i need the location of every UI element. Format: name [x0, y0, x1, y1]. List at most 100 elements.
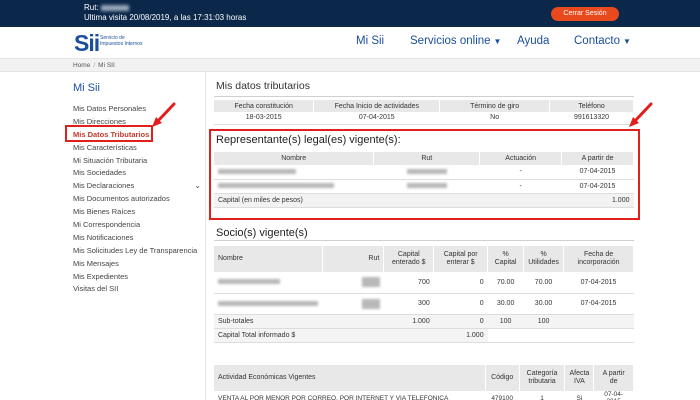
annotation-arrow-icon [152, 102, 176, 127]
sidebar-item-documentos-autorizados[interactable]: Mis Documentos autorizados [73, 193, 205, 206]
capital-value: 1.000 [561, 193, 634, 208]
sidebar-item-solicitudes-transparencia[interactable]: Mis Solicitudes Ley de Transparencia [73, 245, 205, 258]
redacted-rut [406, 183, 447, 189]
table-row: 700 0 70.00 70.00 07-04-2015 [214, 272, 634, 294]
sidebar-item-label: Mis Declaraciones [73, 181, 135, 191]
fecha-cell: 07-04-2015 [561, 179, 634, 194]
rut-line: Rut: [84, 3, 129, 12]
column-header: Rut [373, 152, 481, 165]
table-header-row: Fecha constitución Fecha Inicio de activ… [214, 100, 634, 112]
main-content: Mis datos tributarios Fecha constitución… [209, 72, 640, 400]
column-header: Fecha constitución [214, 100, 315, 112]
sidebar: Mi Sii Mis Datos Personales Mis Direccio… [62, 72, 206, 400]
nav-mi-sii[interactable]: Mi Sii [356, 35, 384, 47]
fecha-constitucion-cell: 18-03-2015 [214, 112, 315, 125]
capital-por-enterar-cell: 0 [433, 272, 488, 294]
column-header: A partir de [593, 365, 634, 391]
sidebar-item-bienes-raices[interactable]: Mis Bienes Raíces [73, 206, 205, 219]
logo-text: Sii [74, 30, 100, 56]
subtotal-pct-capital: 100 [487, 314, 524, 329]
breadcrumb: Home / Mi SII [0, 59, 700, 72]
sidebar-item-declaraciones[interactable]: Mis Declaraciones ⌄ [73, 180, 205, 193]
datos-tributarios-table: Fecha constitución Fecha Inicio de activ… [214, 100, 634, 125]
table-row: 300 0 30.00 30.00 07-04-2015 [214, 293, 634, 315]
sidebar-item-expedientes[interactable]: Mis Expedientes [73, 271, 205, 284]
representantes-table: Nombre Rut Actuación A partir de - 07-04… [214, 152, 634, 208]
actividades-table: Actividad Económicas Vigentes Código Cat… [214, 365, 634, 400]
rut-cell [373, 179, 480, 194]
subtotal-label: Sub-totales [214, 314, 322, 329]
capital-enterado-cell: 300 [383, 293, 434, 315]
nombre-cell [214, 272, 322, 294]
redacted-name [218, 300, 318, 306]
nav-servicios-online[interactable]: Servicios online ▼ [410, 35, 501, 47]
a-partir-de-cell: 07-04-2015 [604, 391, 624, 400]
column-header: Categoría tributaria [519, 365, 566, 391]
nombre-cell [214, 165, 374, 180]
chevron-down-icon[interactable]: ⌄ [194, 180, 201, 193]
telefono-cell: 991613320 [549, 112, 634, 125]
datos-tributarios-title: Mis datos tributarios [216, 80, 310, 92]
sidebar-item-mensajes[interactable]: Mis Mensajes [73, 258, 205, 271]
redacted-rut [361, 298, 380, 309]
actividad-cell: VENTA AL POR MENOR POR CORREO, POR INTER… [218, 394, 449, 400]
column-header: % Capital [487, 246, 525, 272]
annotation-arrow-icon [629, 102, 653, 127]
subtotal-por-enterar: 0 [433, 314, 488, 329]
sii-logo[interactable]: Sii Servicio de Impuestos Internos [74, 30, 144, 56]
redacted-rut [406, 168, 447, 174]
total-label: Capital Total informado $ [214, 328, 384, 343]
nav-label: Contacto [574, 35, 621, 47]
column-header: Actuación [479, 152, 563, 165]
sidebar-item-datos-personales[interactable]: Mis Datos Personales [73, 103, 205, 116]
subtotal-pct-utilidades: 100 [523, 314, 564, 329]
table-row: VENTA AL POR MENOR POR CORREO, POR INTER… [214, 391, 634, 400]
fecha-incorporacion-cell: 07-04-2015 [563, 293, 634, 315]
table-row: - 07-04-2015 [214, 179, 634, 194]
table-row: - 07-04-2015 [214, 165, 634, 180]
table-header-row: Nombre Rut Actuación A partir de [214, 152, 634, 165]
subtotal-enterado: 1.000 [383, 314, 434, 329]
codigo-cell: 479100 [491, 394, 514, 400]
nav-label: Mi Sii [356, 35, 385, 47]
afecta-iva-cell: Si [576, 394, 583, 400]
redacted-rut [361, 277, 380, 288]
rut-label: Rut: [84, 3, 99, 12]
column-header: Nombre [214, 246, 323, 272]
column-header: Término de giro [439, 100, 551, 112]
pct-utilidades-cell: 70.00 [523, 272, 564, 294]
fecha-incorporacion-cell: 07-04-2015 [563, 272, 634, 294]
sidebar-item-notificaciones[interactable]: Mis Notificaciones [73, 232, 205, 245]
nombre-cell [214, 179, 374, 194]
sidebar-title: Mi Sii [73, 82, 100, 94]
column-header: Fecha de incorporación [563, 246, 634, 272]
top-bar: Rut: Ultima visita 20/08/2019, a las 17:… [0, 0, 700, 27]
capital-label: Capital (en miles de pesos) [214, 193, 562, 208]
rut-cell [373, 165, 480, 180]
divider [214, 96, 634, 97]
sidebar-item-visitas[interactable]: Visitas del SII [73, 283, 205, 296]
actuacion-cell: - [479, 165, 562, 180]
fecha-inicio-cell: 07-04-2015 [313, 112, 441, 125]
annotation-highlight-box [65, 125, 153, 142]
pct-capital-cell: 70.00 [487, 272, 524, 294]
sidebar-item-correspondencia[interactable]: Mi Correspondencia [73, 219, 205, 232]
column-header: % Utilidades [523, 246, 565, 272]
rut-cell [322, 293, 384, 315]
breadcrumb-separator: / [93, 62, 96, 69]
sidebar-item-sociedades[interactable]: Mis Sociedades [73, 167, 205, 180]
redacted-name [218, 279, 280, 285]
rut-value-redacted [100, 4, 129, 11]
categoria-cell: 1 [540, 394, 544, 400]
column-header: Afecta IVA [564, 365, 595, 391]
last-visit-text: Ultima visita 20/08/2019, a las 17:31:03… [84, 13, 247, 22]
logout-button[interactable]: Cerrar Sesión [551, 7, 619, 21]
capital-enterado-cell: 700 [383, 272, 434, 294]
actuacion-cell: - [479, 179, 562, 194]
nav-ayuda[interactable]: Ayuda [517, 35, 549, 47]
fecha-cell: 07-04-2015 [561, 165, 634, 180]
breadcrumb-home[interactable]: Home [73, 62, 90, 69]
sidebar-item-caracteristicas[interactable]: Mis Características [73, 142, 205, 155]
sidebar-item-situacion-tributaria[interactable]: Mi Situación Tributaria [73, 155, 205, 168]
nav-contacto[interactable]: Contacto ▼ [574, 35, 631, 47]
